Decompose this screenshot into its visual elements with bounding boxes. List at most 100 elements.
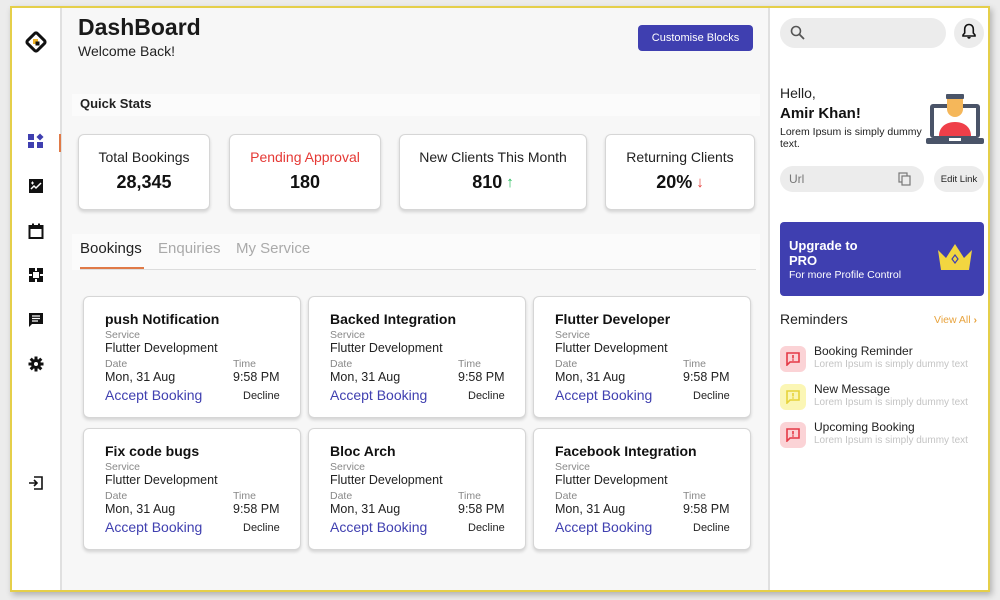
- stat-value: 810: [472, 172, 503, 192]
- decline-button[interactable]: Decline: [468, 390, 505, 402]
- service-label: Service: [555, 329, 591, 341]
- booking-title: Facebook Integration: [555, 443, 697, 459]
- search-input[interactable]: [780, 18, 946, 48]
- chevron-right-icon: ›: [973, 314, 978, 326]
- copy-icon[interactable]: [898, 172, 911, 189]
- sidebar-item-services[interactable]: [25, 266, 47, 288]
- accept-booking-button[interactable]: Accept Booking: [555, 519, 652, 535]
- profile-description: Lorem Ipsum is simply dummy text.: [780, 126, 922, 150]
- greeting: Hello,: [780, 85, 816, 101]
- view-all-link[interactable]: View All ›: [934, 314, 977, 326]
- booking-card: push Notification Service Flutter Developm…: [83, 296, 301, 418]
- app-window: DashBoard Welcome Back! Customise Blocks…: [10, 6, 990, 592]
- logout-icon: [28, 475, 44, 496]
- service-value: Flutter Development: [330, 473, 443, 487]
- service-label: Service: [330, 461, 366, 473]
- sidebar-item-settings[interactable]: [25, 355, 47, 377]
- bell-icon: [962, 23, 976, 44]
- accept-booking-button[interactable]: Accept Booking: [330, 387, 427, 403]
- time-label: Time: [458, 358, 481, 370]
- time-label: Time: [233, 490, 256, 502]
- accept-booking-button[interactable]: Accept Booking: [105, 387, 202, 403]
- reminder-name: Upcoming Booking: [814, 420, 915, 434]
- booking-title: Fix code bugs: [105, 443, 200, 459]
- stat-label: Returning Clients: [626, 149, 734, 165]
- arrow-down-icon: ↓: [696, 174, 704, 191]
- crown-icon: [936, 242, 974, 279]
- notifications-button[interactable]: [954, 18, 984, 48]
- reminder-item[interactable]: Booking Reminder Lorem Ipsum is simply du…: [780, 344, 984, 376]
- reminder-icon: [780, 346, 806, 372]
- chat-icon: [28, 312, 44, 333]
- decline-button[interactable]: Decline: [243, 390, 280, 402]
- tab-enquiries[interactable]: Enquiries: [158, 240, 221, 257]
- booking-card: Facebook Integration Service Flutter Devel…: [533, 428, 751, 550]
- chart-icon: [28, 178, 44, 199]
- reminder-item[interactable]: New Message Lorem Ipsum is simply dummy t…: [780, 382, 984, 414]
- url-field[interactable]: Url: [780, 166, 924, 192]
- upgrade-title: Upgrade to PRO: [789, 238, 858, 268]
- time-value: 9:58 PM: [683, 370, 730, 384]
- user-name: Amir Khan!: [780, 105, 861, 122]
- gear-icon: [28, 356, 44, 377]
- sidebar-item-analytics[interactable]: [25, 177, 47, 199]
- time-label: Time: [683, 358, 706, 370]
- booking-card: Bloc Arch Service Flutter Development Date M…: [308, 428, 526, 550]
- stat-value: 28,345: [116, 172, 172, 192]
- quick-stats-label: Quick Stats: [80, 96, 152, 111]
- stat-label: Pending Approval: [250, 149, 360, 165]
- reminder-icon: [780, 384, 806, 410]
- stat-card-returning-clients: Returning Clients 20% ↓: [605, 134, 755, 210]
- sidebar-item-dashboard[interactable]: [25, 132, 47, 154]
- reminder-desc: Lorem Ipsum is simply dummy text: [814, 435, 968, 446]
- booking-title: Bloc Arch: [330, 443, 396, 459]
- url-placeholder: Url: [789, 172, 805, 186]
- active-tab-indicator: [80, 267, 144, 269]
- sidebar-item-calendar[interactable]: [25, 222, 47, 244]
- service-value: Flutter Development: [105, 473, 218, 487]
- tab-my-service[interactable]: My Service: [236, 240, 310, 257]
- logout-button[interactable]: [25, 474, 47, 496]
- search-icon: [790, 25, 806, 46]
- booking-title: Flutter Developer: [555, 311, 671, 327]
- time-value: 9:58 PM: [458, 370, 505, 384]
- stat-value: 180: [289, 172, 321, 192]
- reminder-name: Booking Reminder: [814, 344, 913, 358]
- dashboard-icon: [28, 132, 44, 154]
- reminders-title: Reminders: [780, 311, 848, 327]
- decline-button[interactable]: Decline: [468, 522, 505, 534]
- tab-divider: [80, 269, 756, 270]
- calendar-icon: [28, 223, 44, 244]
- reminder-icon: [780, 422, 806, 448]
- accept-booking-button[interactable]: Accept Booking: [555, 387, 652, 403]
- reminder-item[interactable]: Upcoming Booking Lorem Ipsum is simply du…: [780, 420, 984, 452]
- stat-card-total-bookings: Total Bookings 28,345: [78, 134, 210, 210]
- reminder-desc: Lorem Ipsum is simply dummy text: [814, 359, 968, 370]
- stat-label: Total Bookings: [98, 149, 190, 165]
- upgrade-banner[interactable]: Upgrade to PRO For more Profile Control: [780, 222, 984, 296]
- quick-stats-bar: [72, 94, 760, 116]
- active-indicator: [59, 134, 61, 152]
- decline-button[interactable]: Decline: [693, 522, 730, 534]
- service-value: Flutter Development: [330, 341, 443, 355]
- time-label: Time: [683, 490, 706, 502]
- booking-card: Backed Integration Service Flutter Develop…: [308, 296, 526, 418]
- service-label: Service: [330, 329, 366, 341]
- booking-title: push Notification: [105, 311, 220, 327]
- accept-booking-button[interactable]: Accept Booking: [105, 519, 202, 535]
- tab-bookings[interactable]: Bookings: [80, 240, 142, 257]
- time-label: Time: [233, 358, 256, 370]
- reminder-desc: Lorem Ipsum is simply dummy text: [814, 397, 968, 408]
- accept-booking-button[interactable]: Accept Booking: [330, 519, 427, 535]
- decline-button[interactable]: Decline: [693, 390, 730, 402]
- service-label: Service: [555, 461, 591, 473]
- service-label: Service: [105, 329, 141, 341]
- sidebar-item-messages[interactable]: [25, 311, 47, 333]
- service-value: Flutter Development: [105, 341, 218, 355]
- reminder-name: New Message: [814, 382, 891, 396]
- page-subtitle: Welcome Back!: [78, 43, 175, 59]
- edit-link-button[interactable]: Edit Link: [934, 166, 984, 192]
- logo-icon[interactable]: [24, 30, 48, 54]
- decline-button[interactable]: Decline: [243, 522, 280, 534]
- customise-blocks-button[interactable]: Customise Blocks: [638, 25, 753, 51]
